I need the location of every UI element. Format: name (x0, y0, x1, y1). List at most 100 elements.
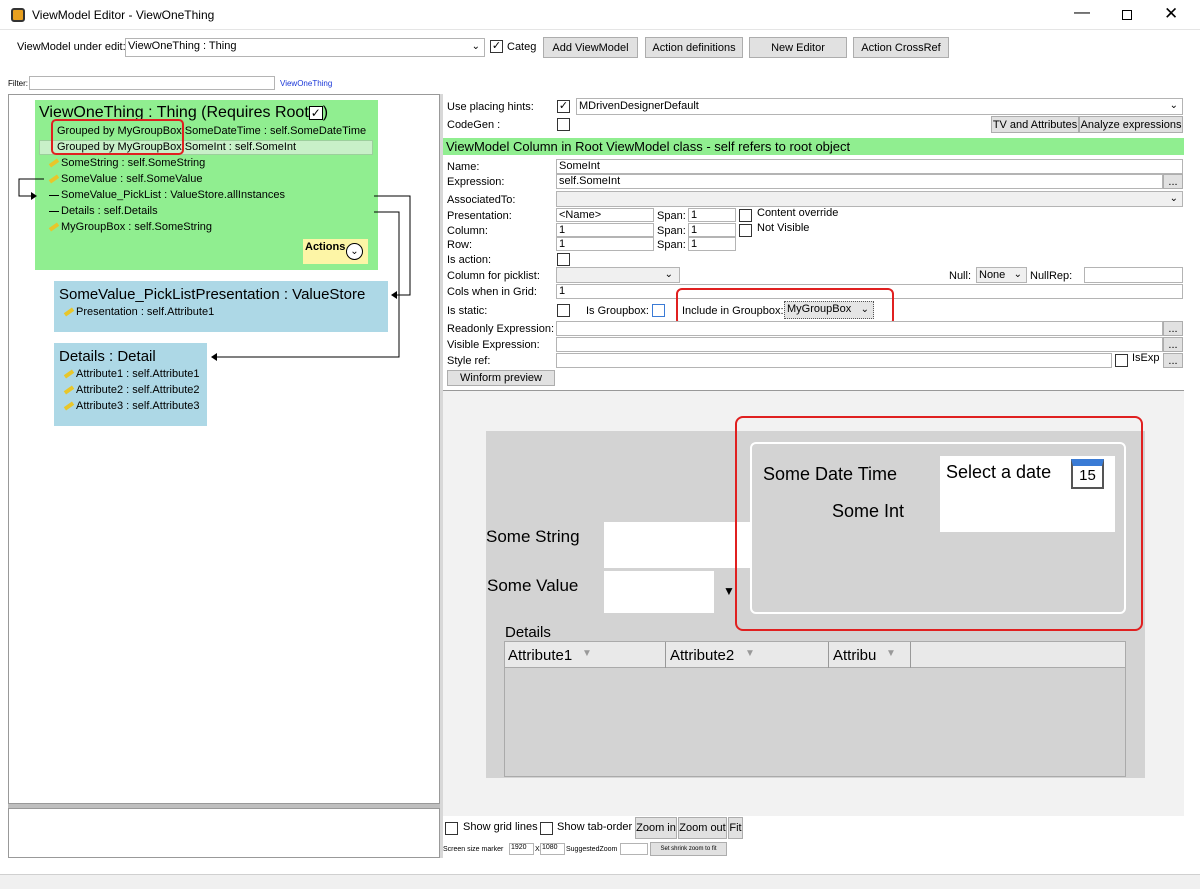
some-value-combo[interactable] (604, 571, 714, 613)
chevron-down-icon: ⌄ (1169, 100, 1178, 111)
screen-height-field[interactable]: 1080 (540, 843, 565, 855)
content-override-label: Content override (757, 207, 839, 219)
name-field[interactable]: SomeInt (556, 159, 1183, 174)
column-label: Column: (447, 225, 488, 237)
column-header-banner: ViewModel Column in Root ViewModel class… (443, 138, 1184, 155)
nullrep-field[interactable] (1084, 267, 1183, 283)
filter-icon[interactable]: ▼ (582, 648, 592, 659)
associated-select[interactable]: ⌄ (556, 191, 1183, 207)
cols-in-grid-label: Cols when in Grid: (447, 286, 537, 298)
visible-ellipsis-button[interactable]: ... (1163, 337, 1183, 352)
details-row[interactable]: Attribute2 : self.Attribute2 (63, 384, 200, 396)
grid-col-1[interactable]: Attribute1 (508, 647, 572, 664)
screen-width-field[interactable]: 1920 (509, 843, 534, 855)
expression-field[interactable]: self.SomeInt (556, 174, 1163, 189)
is-static-checkbox[interactable] (557, 304, 570, 317)
combo-arrow-icon[interactable]: ▼ (723, 584, 735, 598)
filter-icon[interactable]: ▼ (745, 648, 755, 659)
some-string-input[interactable] (604, 522, 754, 568)
is-action-checkbox[interactable] (557, 253, 570, 266)
details-row[interactable]: Attribute1 : self.Attribute1 (63, 368, 200, 380)
not-visible-label: Not Visible (757, 222, 810, 234)
null-select[interactable]: None ⌄ (976, 267, 1027, 283)
codegen-checkbox[interactable] (557, 118, 570, 131)
pencil-icon (63, 369, 75, 379)
filter-icon[interactable]: ▼ (886, 648, 896, 659)
some-string-label: Some String (486, 527, 580, 546)
vm-select[interactable]: ViewOneThing : Thing ⌄ (125, 38, 485, 57)
name-label: Name: (447, 161, 480, 173)
use-placing-hints-checkbox[interactable]: ✓ (557, 100, 570, 113)
maximize-icon[interactable] (1122, 10, 1132, 20)
x-label: X (535, 846, 540, 853)
fit-button[interactable]: Fit (728, 817, 743, 839)
close-icon[interactable]: ✕ (1164, 4, 1178, 24)
content-override-checkbox[interactable] (739, 209, 752, 222)
style-ref-label: Style ref: (447, 355, 491, 367)
picklist-row[interactable]: Presentation : self.Attribute1 (63, 306, 214, 318)
categ-checkbox[interactable]: ✓ (490, 40, 503, 53)
minimize-icon[interactable]: — (1074, 4, 1090, 22)
row-field[interactable]: 1 (556, 237, 654, 251)
vm-select-value: ViewOneThing : Thing (128, 40, 237, 52)
action-definitions-button[interactable]: Action definitions (645, 37, 743, 58)
presentation-field[interactable]: <Name> (556, 208, 654, 222)
suggested-zoom-field[interactable] (620, 843, 648, 855)
add-viewmodel-button[interactable]: Add ViewModel (543, 37, 638, 58)
winform-preview-button[interactable]: Winform preview (447, 370, 555, 386)
grid-header (505, 642, 1125, 668)
span-label: Span: (657, 225, 686, 237)
readonly-expression-field[interactable] (556, 321, 1163, 336)
filter-link[interactable]: ViewOneThing (280, 79, 332, 88)
isexp-checkbox[interactable] (1115, 354, 1128, 367)
pencil-icon (63, 401, 75, 411)
column-field[interactable]: 1 (556, 223, 654, 237)
grid-col-2[interactable]: Attribute2 (670, 647, 734, 664)
grid-col-divider (828, 642, 829, 668)
picklist-column-select[interactable]: ⌄ (556, 267, 680, 283)
visible-expression-field[interactable] (556, 337, 1163, 352)
picklist-title: SomeValue_PickListPresentation : ValueSt… (59, 286, 366, 303)
notes-area[interactable] (8, 808, 440, 858)
details-row[interactable]: Attribute3 : self.Attribute3 (63, 400, 200, 412)
span-field-1[interactable]: 1 (688, 208, 736, 222)
zoom-in-button[interactable]: Zoom in (635, 817, 677, 839)
some-value-label: Some Value (487, 576, 579, 595)
grid-col-divider (665, 642, 666, 668)
details-grid[interactable]: Attribute1 ▼ Attribute2 ▼ Attribu ▼ (504, 641, 1126, 777)
vm-under-edit-label: ViewModel under edit: (17, 41, 126, 53)
title-bar: ViewModel Editor - ViewOneThing — ✕ (0, 0, 1200, 30)
readonly-expression-label: Readonly Expression: (447, 323, 555, 335)
action-crossref-button[interactable]: Action CrossRef (853, 37, 949, 58)
presentation-label: Presentation: (447, 210, 512, 222)
style-ellipsis-button[interactable]: ... (1163, 353, 1183, 368)
tv-attributes-button[interactable]: TV and Attributes (991, 116, 1079, 133)
style-ref-field[interactable] (556, 353, 1112, 368)
placing-hints-select[interactable]: MDrivenDesignerDefault ⌄ (576, 98, 1183, 115)
readonly-ellipsis-button[interactable]: ... (1163, 321, 1183, 336)
zoom-out-button[interactable]: Zoom out (678, 817, 727, 839)
status-strip (0, 874, 1200, 889)
associated-label: AssociatedTo: (447, 194, 516, 206)
new-editor-button[interactable]: New Editor (749, 37, 847, 58)
groupbox-highlight (735, 416, 1143, 631)
expression-ellipsis-button[interactable]: ... (1163, 174, 1183, 189)
set-shrink-button[interactable]: Set shrink zoom to fit (650, 842, 727, 856)
is-groupbox-checkbox[interactable] (652, 304, 665, 317)
use-placing-hints-label: Use placing hints: (447, 101, 534, 113)
show-tab-checkbox[interactable] (540, 822, 553, 835)
filter-input[interactable] (29, 76, 275, 90)
expression-label: Expression: (447, 176, 505, 188)
filter-label: Filter: (8, 79, 28, 88)
details-class-box[interactable]: Details : Detail Attribute1 : self.Attri… (54, 343, 207, 426)
grid-col-3[interactable]: Attribu (833, 647, 876, 664)
row-label: Row: (447, 239, 473, 251)
tree-panel: ViewOneThing : Thing (Requires Root ✓) Gr… (8, 94, 440, 804)
span-field-3[interactable]: 1 (688, 237, 736, 251)
show-grid-checkbox[interactable] (445, 822, 458, 835)
picklist-class-box[interactable]: SomeValue_PickListPresentation : ValueSt… (54, 281, 388, 332)
span-label: Span: (657, 239, 686, 251)
analyze-expressions-button[interactable]: Analyze expressions (1079, 116, 1183, 133)
not-visible-checkbox[interactable] (739, 224, 752, 237)
span-field-2[interactable]: 1 (688, 223, 736, 237)
